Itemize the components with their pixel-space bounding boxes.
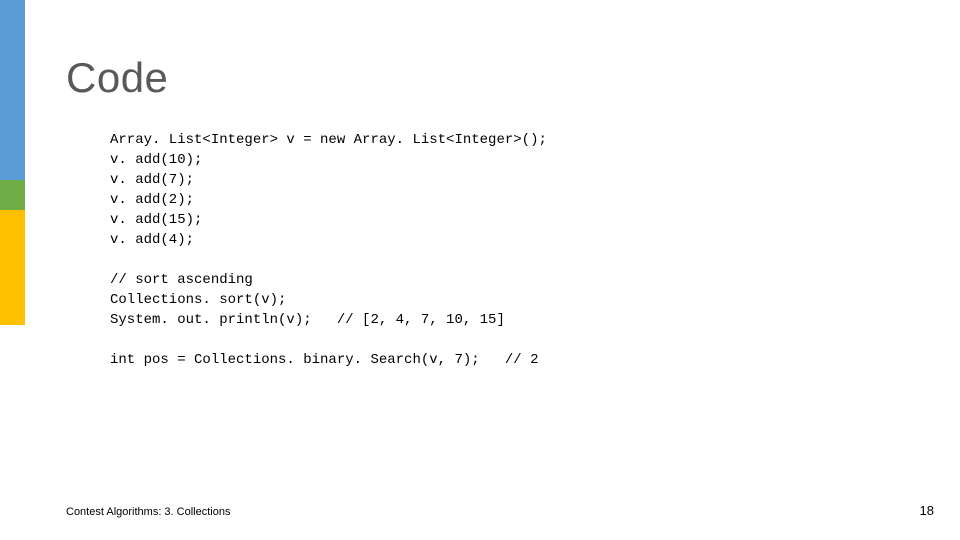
accent-stripe-blue [0, 0, 25, 180]
footer-breadcrumb: Contest Algorithms: 3. Collections [66, 506, 230, 518]
slide-title: Code [66, 54, 168, 102]
accent-stripe-white [0, 325, 25, 540]
accent-stripe-yellow [0, 210, 25, 325]
accent-stripe-green [0, 180, 25, 210]
code-block: Array. List<Integer> v = new Array. List… [110, 130, 547, 370]
page-number: 18 [920, 503, 934, 518]
